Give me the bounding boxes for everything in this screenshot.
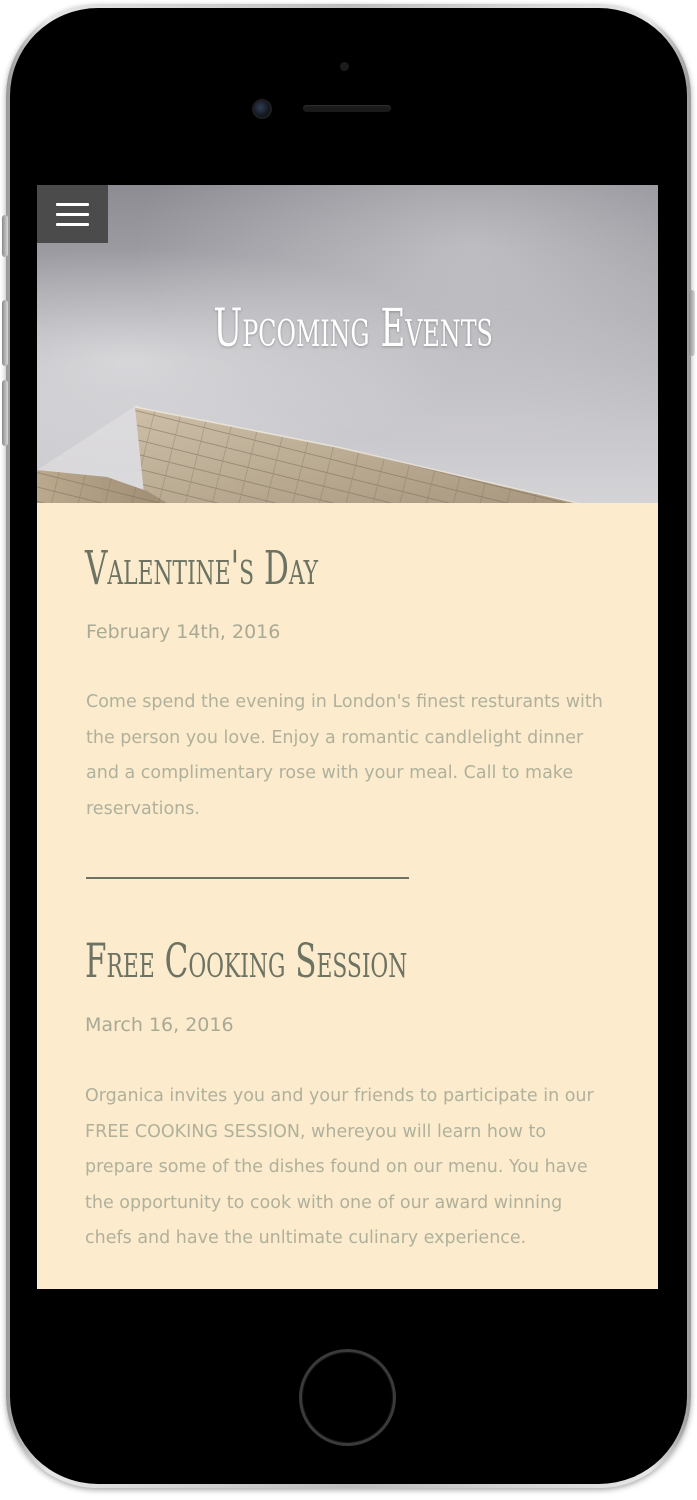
- home-button[interactable]: [299, 1349, 396, 1446]
- page-title: Upcoming Events: [213, 299, 493, 359]
- earpiece-speaker: [303, 105, 391, 112]
- event-description: Come spend the evening in London's fines…: [86, 692, 603, 819]
- hamburger-icon: [56, 202, 89, 206]
- hamburger-icon-bottom: [56, 222, 89, 226]
- menu-button[interactable]: [37, 185, 108, 243]
- event-date: February 14th, 2016: [86, 621, 281, 643]
- event-title: Valentine's Day: [85, 541, 319, 596]
- power-button: [689, 290, 695, 356]
- hero-banner: Upcoming Events: [37, 185, 658, 503]
- mute-switch: [2, 215, 8, 257]
- front-camera-icon: [252, 99, 272, 119]
- event-date: March 16, 2016: [85, 1014, 234, 1036]
- volume-up-button: [2, 300, 8, 366]
- event-description: Organica invites you and your friends to…: [85, 1086, 594, 1249]
- proximity-sensor: [340, 62, 349, 71]
- event-divider: [86, 877, 409, 879]
- screen: Upcoming Events Valentine's Day February…: [37, 185, 658, 1289]
- hamburger-icon-middle: [56, 212, 89, 216]
- volume-down-button: [2, 380, 8, 446]
- event-title: Free Cooking Session: [85, 934, 408, 989]
- event-item: Valentine's Day February 14th, 2016 Come…: [85, 541, 615, 819]
- event-item: Free Cooking Session March 16, 2016 Orga…: [85, 934, 615, 1248]
